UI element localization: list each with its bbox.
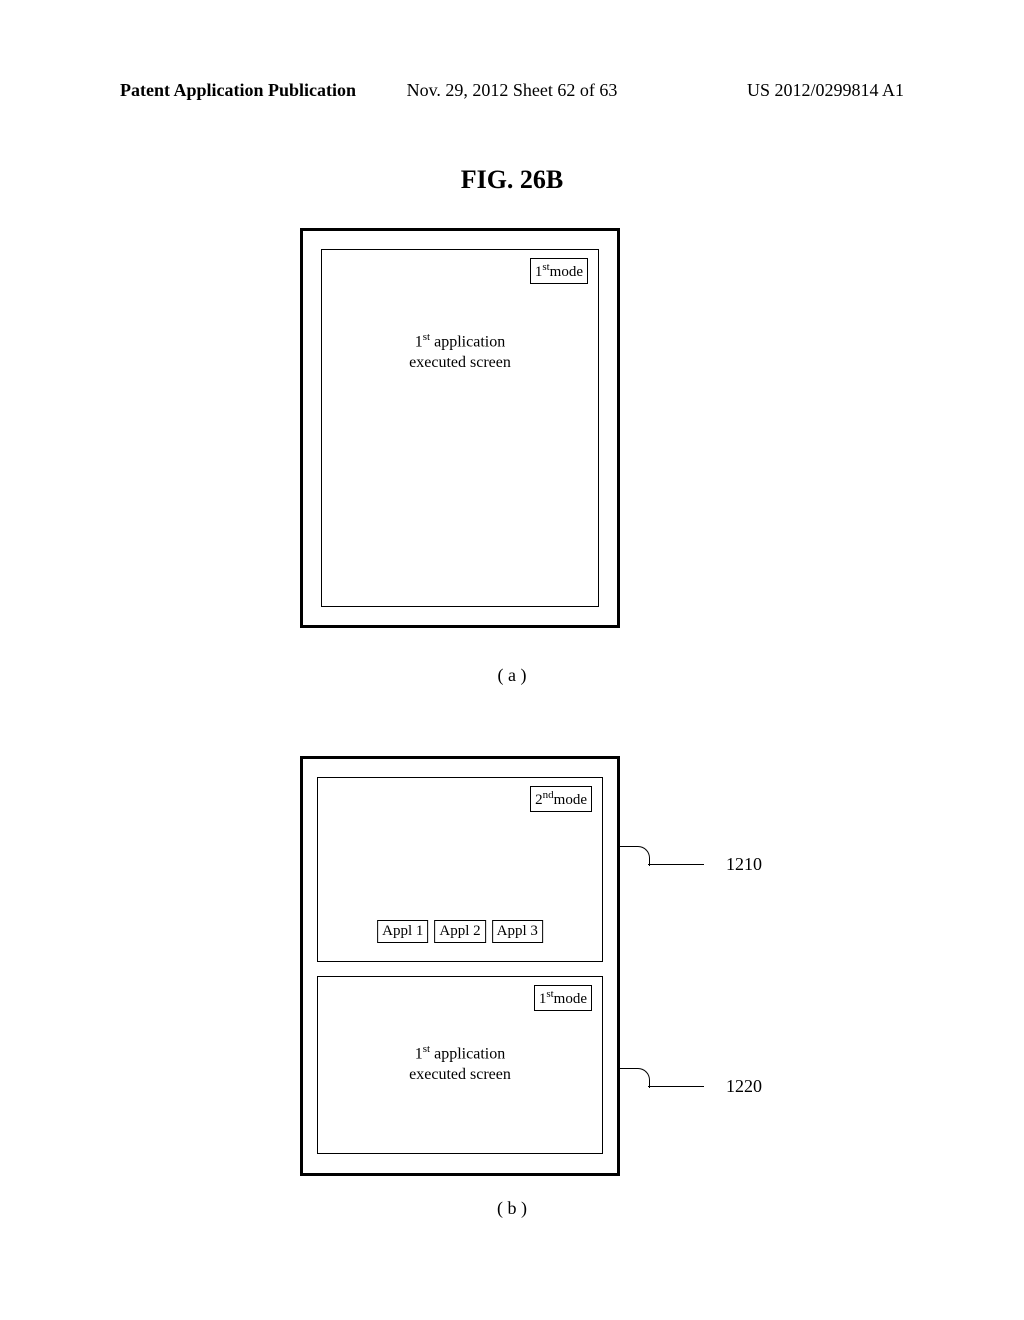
mode-word: mode bbox=[554, 792, 587, 808]
application-screen-label-b: 1st application executed screen bbox=[409, 1042, 511, 1086]
app-button-3[interactable]: Appl 3 bbox=[492, 920, 543, 943]
leader-line-1220 bbox=[648, 1086, 704, 1087]
application-buttons-row: Appl 1 Appl 2 Appl 3 bbox=[376, 920, 544, 943]
mode-badge-first: 1stmode bbox=[530, 258, 588, 284]
app-button-2[interactable]: Appl 2 bbox=[434, 920, 485, 943]
app-ordinal-number: 1 bbox=[415, 333, 423, 350]
mode-ordinal-suffix: st bbox=[542, 261, 549, 273]
patent-figure-page: Patent Application Publication Nov. 29, … bbox=[0, 0, 1024, 1320]
mode-ordinal-suffix: st bbox=[546, 988, 553, 1000]
device-frame-b: 2ndmode Appl 1 Appl 2 Appl 3 1stmode 1st… bbox=[300, 756, 620, 1176]
mode-word: mode bbox=[554, 991, 587, 1007]
subfigure-label-a: ( a ) bbox=[498, 665, 527, 686]
app-line1-rest: application bbox=[430, 1046, 505, 1063]
app-line2: executed screen bbox=[409, 354, 511, 371]
header-date-sheet: Nov. 29, 2012 Sheet 62 of 63 bbox=[407, 80, 618, 101]
mode-badge-second: 2ndmode bbox=[530, 786, 592, 812]
device-inner-b: 2ndmode Appl 1 Appl 2 Appl 3 1stmode 1st… bbox=[317, 777, 603, 1155]
mode-word: mode bbox=[550, 264, 583, 280]
header-publication-type: Patent Application Publication bbox=[120, 80, 356, 101]
device-pane-bottom: 1stmode 1st application executed screen bbox=[317, 976, 603, 1154]
device-frame-a: 1stmode 1st application executed screen bbox=[300, 228, 620, 628]
app-line2: executed screen bbox=[409, 1066, 511, 1083]
reference-numeral-1210: 1210 bbox=[726, 854, 762, 875]
app-ordinal-suffix: st bbox=[423, 331, 430, 343]
leader-curve-1220 bbox=[620, 1068, 650, 1088]
subfigure-label-b: ( b ) bbox=[497, 1198, 527, 1219]
leader-curve-1210 bbox=[620, 846, 650, 866]
leader-line-1210 bbox=[648, 864, 704, 865]
mode-ordinal-suffix: nd bbox=[543, 789, 554, 801]
app-line1-rest: application bbox=[430, 333, 505, 350]
figure-title: FIG. 26B bbox=[461, 165, 564, 195]
app-button-1[interactable]: Appl 1 bbox=[377, 920, 428, 943]
app-ordinal-number: 1 bbox=[415, 1046, 423, 1063]
header-publication-number: US 2012/0299814 A1 bbox=[747, 80, 904, 101]
reference-numeral-1220: 1220 bbox=[726, 1076, 762, 1097]
mode-badge-first-b: 1stmode bbox=[534, 985, 592, 1011]
mode-ordinal-number: 2 bbox=[535, 792, 543, 808]
application-screen-label: 1st application executed screen bbox=[409, 330, 511, 374]
device-screen-a: 1stmode 1st application executed screen bbox=[321, 249, 599, 607]
app-ordinal-suffix: st bbox=[423, 1043, 430, 1055]
device-pane-top: 2ndmode Appl 1 Appl 2 Appl 3 bbox=[317, 777, 603, 962]
